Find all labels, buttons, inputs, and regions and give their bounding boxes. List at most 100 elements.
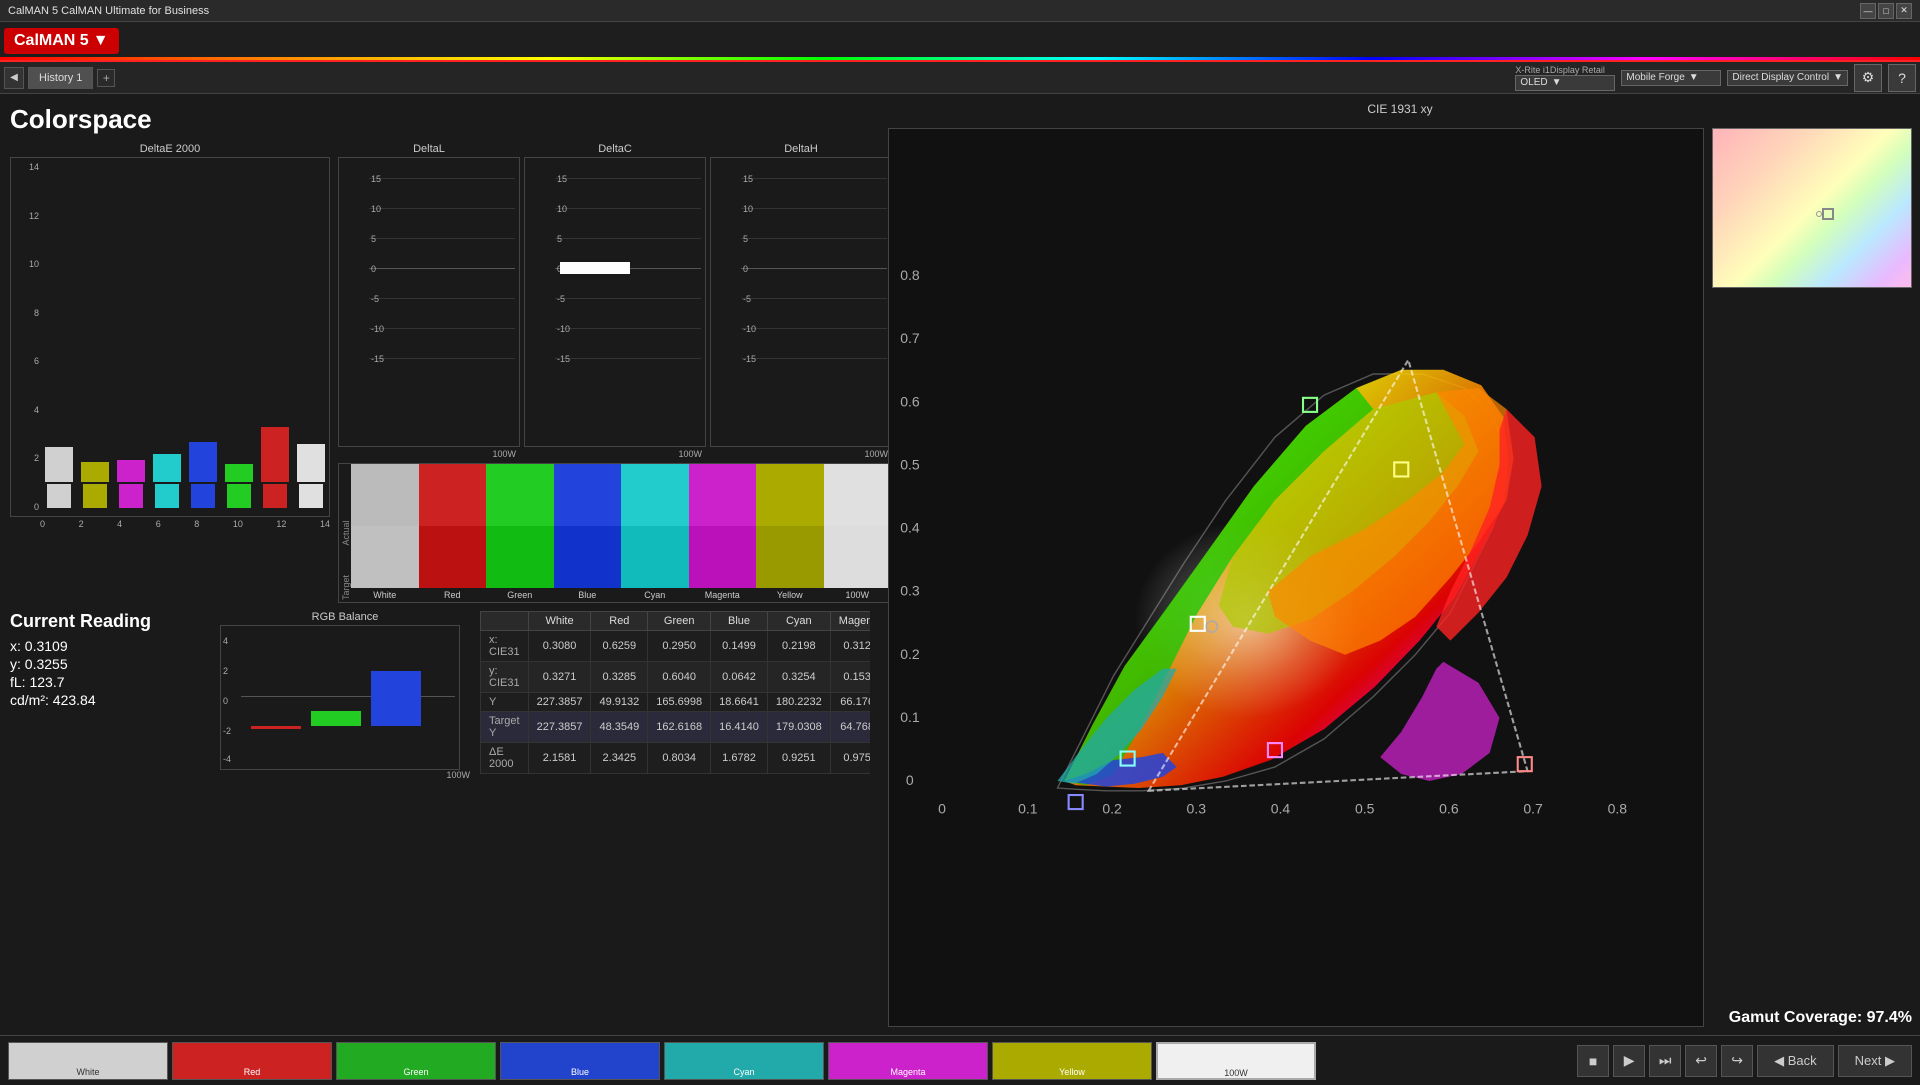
nav-color-green[interactable]: Green — [336, 1042, 496, 1080]
close-button[interactable]: ✕ — [1896, 3, 1912, 19]
nav-play-button[interactable]: ▶ — [1613, 1045, 1645, 1077]
bar-white — [45, 202, 73, 508]
tab-nav-back-button[interactable]: ◀ — [4, 67, 24, 89]
target-swatches-row — [351, 526, 891, 588]
deltae-y-axis: 14 12 10 8 6 4 2 0 — [11, 158, 41, 516]
cell-y-white: 0.3271 — [528, 662, 591, 693]
rgb-blue-bar — [371, 671, 421, 726]
delta-charts: DeltaL 15 10 5 0 -5 -10 -15 100W — [338, 143, 892, 459]
table-header-white: White — [528, 612, 591, 631]
reading-fl: fL: 123.7 — [10, 674, 210, 690]
swatch-name-magenta: Magenta — [689, 588, 757, 602]
swatch-target-red — [419, 526, 487, 588]
table-body: x: CIE31 0.3080 0.6259 0.2950 0.1499 0.2… — [481, 631, 871, 774]
add-tab-button[interactable]: + — [97, 69, 115, 87]
dropdown-arrow-icon: ▼ — [1689, 72, 1699, 83]
data-table: White Red Green Blue Cyan Magenta Yellow… — [480, 611, 870, 774]
row-label-targetY: Target Y — [481, 712, 529, 743]
cell-de-blue: 1.6782 — [711, 743, 768, 774]
bar-cyan — [153, 202, 181, 508]
nav-color-yellow[interactable]: Yellow — [992, 1042, 1152, 1080]
pastel-target-marker — [1822, 208, 1834, 220]
nav-skip-button[interactable]: ⏭ — [1649, 1045, 1681, 1077]
right-panel: CIE 1931 xy 0.8 0.7 0.6 0.5 0.4 0.3 0.2 … — [880, 94, 1920, 1035]
table-header-magenta: Magenta — [830, 612, 870, 631]
swatch-target-blue — [554, 526, 622, 588]
calman-logo[interactable]: CalMAN 5 ▼ — [4, 28, 119, 54]
deltae-chart: DeltaE 2000 14 12 10 8 6 4 2 0 — [10, 143, 330, 523]
swatch-actual-cyan — [621, 464, 689, 526]
cell-y-magenta: 0.1534 — [830, 662, 870, 693]
nav-color-blue[interactable]: Blue — [500, 1042, 660, 1080]
swatch-actual-green — [486, 464, 554, 526]
svg-text:0.6: 0.6 — [1439, 800, 1459, 816]
nav-color-magenta[interactable]: Magenta — [828, 1042, 988, 1080]
cell-Y-magenta: 66.1760 — [830, 693, 870, 712]
nav-color-cyan[interactable]: Cyan — [664, 1042, 824, 1080]
swatch-name-green: Green — [486, 588, 554, 602]
nav-color-red[interactable]: Red — [172, 1042, 332, 1080]
reading-cdm2: cd/m²: 423.84 — [10, 692, 210, 708]
swatch-target-cyan — [621, 526, 689, 588]
back-button[interactable]: ◀ Back — [1757, 1045, 1834, 1077]
nav-controls: ■ ▶ ⏭ ↩ ↪ ◀ Back Next ▶ — [1577, 1045, 1912, 1077]
cell-de-cyan: 0.9251 — [767, 743, 830, 774]
help-button[interactable]: ? — [1888, 64, 1916, 92]
actual-label: Actual — [341, 520, 351, 545]
svg-text:0.2: 0.2 — [1102, 800, 1122, 816]
rgb-balance-label: RGB Balance — [220, 611, 470, 623]
cell-x-cyan: 0.2198 — [767, 631, 830, 662]
logo-arrow-icon: ▼ — [93, 32, 109, 50]
gamut-coverage-label: Gamut Coverage: — [1729, 1009, 1862, 1026]
swatch-name-blue: Blue — [554, 588, 622, 602]
bar-yellow — [81, 202, 109, 508]
table-row: ΔE 2000 2.1581 2.3425 0.8034 1.6782 0.92… — [481, 743, 871, 774]
reading-y: y: 0.3255 — [10, 656, 210, 672]
nav-back-button[interactable]: ↩ — [1685, 1045, 1717, 1077]
cie-diagram-container: 0.8 0.7 0.6 0.5 0.4 0.3 0.2 0.1 0 0 0.1 … — [888, 128, 1704, 1027]
rgb-green-bar — [311, 711, 361, 726]
cell-Y-white: 227.3857 — [528, 693, 591, 712]
svg-text:0.8: 0.8 — [900, 267, 920, 283]
history-tab[interactable]: History 1 — [28, 67, 93, 89]
deltaL-label: DeltaL — [338, 143, 520, 155]
deltaC-white-bar — [560, 262, 630, 274]
gamut-coverage: Gamut Coverage: 97.4% — [1712, 1009, 1912, 1027]
deltaH-chart: DeltaH 15 10 5 0 -5 -10 -15 100W — [710, 143, 892, 459]
nav-color-white[interactable]: White — [8, 1042, 168, 1080]
rainbow-bar — [0, 57, 1920, 60]
swatch-name-cyan: Cyan — [621, 588, 689, 602]
swatch-names-row: White Red Green Blue Cyan Magenta Yellow… — [351, 588, 891, 602]
target-blue-marker — [1069, 795, 1083, 809]
reading-title: Current Reading — [10, 611, 210, 632]
svg-text:0.4: 0.4 — [1271, 800, 1291, 816]
display-dropdown[interactable]: OLED ▼ — [1515, 75, 1615, 91]
row-label-x: x: CIE31 — [481, 631, 529, 662]
nav-color-100w[interactable]: 100W — [1156, 1042, 1316, 1080]
pastel-preview — [1712, 128, 1912, 288]
restore-button[interactable]: □ — [1878, 3, 1894, 19]
minimize-button[interactable]: — — [1860, 3, 1876, 19]
table-row: x: CIE31 0.3080 0.6259 0.2950 0.1499 0.2… — [481, 631, 871, 662]
bar-blue — [189, 202, 217, 508]
display-dropdown-group: X-Rite i1Display Retail OLED ▼ — [1515, 65, 1615, 91]
dropdown-arrow-icon: ▼ — [1833, 72, 1843, 83]
nav-forward-button[interactable]: ↪ — [1721, 1045, 1753, 1077]
swatch-name-100w: 100W — [824, 588, 892, 602]
nav-stop-button[interactable]: ■ — [1577, 1045, 1609, 1077]
bar-red — [261, 202, 289, 508]
cell-Y-cyan: 180.2232 — [767, 693, 830, 712]
bottom-section: Current Reading x: 0.3109 y: 0.3255 fL: … — [10, 611, 870, 1025]
deltaC-label: DeltaC — [524, 143, 706, 155]
display-control-dropdown[interactable]: Direct Display Control ▼ — [1727, 70, 1848, 86]
forge-dropdown[interactable]: Mobile Forge ▼ — [1621, 70, 1721, 86]
table-row: Target Y 227.3857 48.3549 162.6168 16.41… — [481, 712, 871, 743]
deltaL-x-label: 100W — [338, 449, 520, 459]
menu-bar: CalMAN 5 ▼ — [0, 22, 1920, 62]
bottom-nav: White Red Green Blue Cyan Magenta Yellow… — [0, 1035, 1920, 1085]
app-title: CalMAN 5 CalMAN Ultimate for Business — [8, 5, 209, 17]
swatch-actual-100w — [824, 464, 892, 526]
settings-button[interactable]: ⚙ — [1854, 64, 1882, 92]
next-button[interactable]: Next ▶ — [1838, 1045, 1912, 1077]
row-label-y: y: CIE31 — [481, 662, 529, 693]
